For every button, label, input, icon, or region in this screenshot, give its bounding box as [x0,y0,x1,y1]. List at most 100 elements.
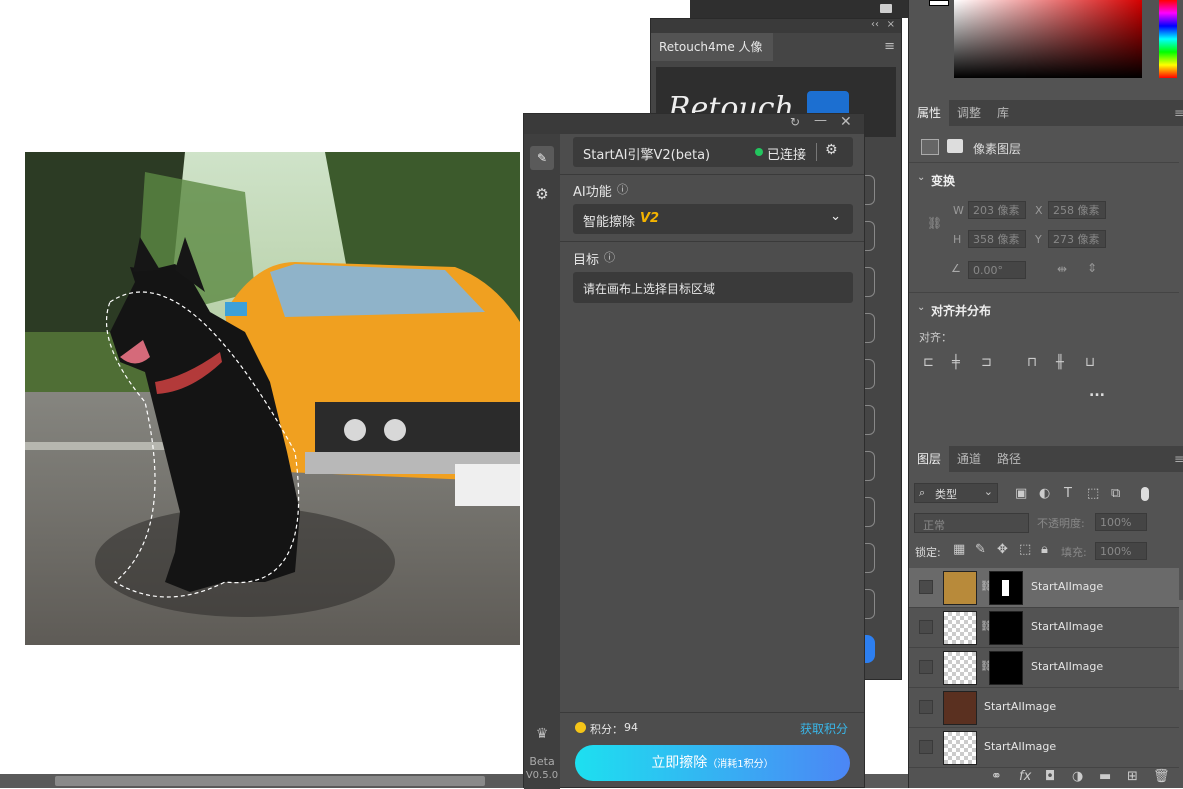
align-bottom-icon[interactable]: ⊔ [1085,355,1095,370]
y-label: Y [1035,233,1042,246]
filter-adjustment-icon[interactable]: ◐ [1039,486,1050,501]
engine-selector[interactable]: StartAI引擎V2(beta) 已连接 ⚙ [573,137,853,167]
tab-paths[interactable]: 路径 [989,446,1029,472]
filter-text-icon[interactable]: T [1064,486,1072,501]
opacity-field[interactable]: 100% [1095,513,1147,531]
visibility-toggle[interactable] [919,740,933,754]
layer-row[interactable]: StartAIImage [909,728,1179,768]
color-picker-field[interactable] [954,0,1142,78]
width-field[interactable]: 203 像素 [968,201,1026,219]
panel-header-strip [690,0,908,18]
canvas-image[interactable] [25,152,520,645]
more-options-icon[interactable]: ... [1089,384,1105,400]
filter-pixel-icon[interactable]: ▣ [1015,486,1027,501]
height-field[interactable]: 358 像素 [968,230,1026,248]
settings-icon[interactable]: ⚙ [530,182,554,206]
layer-mask-thumbnail[interactable] [989,611,1023,645]
tab-layers[interactable]: 图层 [909,446,950,472]
fx-icon[interactable]: fx [1019,769,1031,784]
hue-slider[interactable] [1159,0,1177,78]
collapse-icon[interactable]: ‹‹ [871,19,879,30]
scrollbar-thumb[interactable] [55,776,485,786]
panel-menu-icon[interactable]: ≡ [1174,452,1183,466]
layer-row[interactable]: ⛓ StartAIImage [909,648,1179,688]
layer-row[interactable]: ⛓ StartAIImage [909,608,1179,648]
adjustment-icon[interactable]: ◑ [1072,769,1083,784]
version-label: V0.5.0 [525,770,559,781]
minimize-icon[interactable]: — [814,113,827,128]
align-top-icon[interactable]: ⊓ [1027,355,1037,370]
trash-icon[interactable]: 🗑︎ [1153,769,1170,784]
tab-properties[interactable]: 属性 [909,100,950,126]
erase-now-button[interactable]: 立即擦除（消耗1积分） [575,745,850,781]
align-left-icon[interactable]: ⊏ [923,355,934,370]
ai-function-version: V2 [640,211,660,226]
align-center-v-icon[interactable]: ╫ [1056,355,1064,370]
fill-label: 填充: [1061,546,1087,559]
x-field[interactable]: 258 像素 [1048,201,1106,219]
points-label: 积分： [590,723,623,736]
layer-row[interactable]: StartAIImage [909,688,1179,728]
close-icon[interactable]: × [887,19,895,30]
panel-menu-icon[interactable]: ≡ [1174,106,1183,120]
info-icon[interactable]: ⓘ [617,181,628,197]
lock-move-icon[interactable]: ✥ [997,542,1008,557]
ai-function-select[interactable]: 智能擦除 V2 ⌄ [573,204,853,234]
filter-shape-icon[interactable]: ⬚ [1087,486,1099,501]
angle-field[interactable]: 0.00° [968,261,1026,279]
fill-field[interactable]: 100% [1095,542,1147,560]
new-layer-icon[interactable]: ⊞ [1127,769,1138,784]
mask-icon[interactable] [947,139,963,153]
layer-mask-thumbnail[interactable] [989,651,1023,685]
filter-toggle-icon[interactable] [1141,487,1149,501]
w-label: W [953,204,964,217]
tab-retouch4me[interactable]: Retouch4me 人像修饰 [651,33,773,82]
flip-vertical-icon[interactable]: ⇕ [1087,261,1097,275]
visibility-toggle[interactable] [919,700,933,714]
target-area[interactable]: 请在画布上选择目标区域 [573,272,853,303]
blend-mode-select[interactable]: 正常 [914,513,1029,533]
flip-horizontal-icon[interactable]: ⇹ [1057,262,1067,276]
layers-tabs: 图层 通道 路径 ≡ [909,446,1183,472]
link-icon[interactable]: ⚭ [991,769,1002,784]
edit-icon[interactable]: ✎ [530,146,554,170]
visibility-toggle[interactable] [919,620,933,634]
lock-artboard-icon[interactable]: ⬚ [1019,542,1031,557]
layer-name: StartAIImage [1031,660,1104,673]
retouch-apply-button[interactable] [865,635,875,663]
info-icon[interactable]: ⓘ [604,249,615,265]
align-right-icon[interactable]: ⊐ [981,355,992,370]
foreground-swatch[interactable] [929,0,949,6]
close-icon[interactable]: ✕ [840,114,852,130]
startai-panel: ↻ — ✕ ✎ ⚙ ♛ Beta V0.5.0 StartAI引擎V2(beta… [523,113,865,789]
lock-paint-icon[interactable]: ✎ [975,542,986,557]
link-icon[interactable]: ⛓ [927,216,942,230]
layers-scrollbar[interactable] [1179,600,1183,690]
lock-label: 锁定: [915,546,941,559]
pixel-layer-icon [921,139,939,155]
visibility-toggle[interactable] [919,580,933,594]
chevron-down-icon[interactable]: ⌄ [917,172,925,183]
tab-adjustments[interactable]: 调整 [949,100,989,126]
filter-smart-icon[interactable]: ⧉ [1111,486,1120,501]
chevron-down-icon[interactable]: ⌄ [917,302,925,313]
divider [909,292,1179,293]
tab-libraries[interactable]: 库 [989,100,1017,126]
y-field[interactable]: 273 像素 [1048,230,1106,248]
panel-menu-icon[interactable]: ≡ [884,39,895,54]
engine-settings-icon[interactable]: ⚙ [825,142,838,158]
refresh-icon[interactable]: ↻ [790,115,800,129]
layer-mask-thumbnail[interactable] [989,571,1023,605]
lock-transparent-icon[interactable]: ▦ [953,542,965,557]
layer-row[interactable]: ⛓ StartAIImage [909,568,1179,608]
comment-icon[interactable] [880,4,892,13]
mask-icon[interactable]: ◘ [1045,769,1055,784]
align-center-h-icon[interactable]: ╪ [952,355,960,370]
layer-filter-select[interactable]: ⌕ 类型 ⌄ [914,483,998,503]
visibility-toggle[interactable] [919,660,933,674]
get-points-link[interactable]: 获取积分 [800,720,848,737]
lock-all-icon[interactable]: 🔒︎ [1041,542,1048,557]
ai-function-value: 智能擦除 [583,215,636,230]
tab-channels[interactable]: 通道 [949,446,989,472]
folder-icon[interactable]: ▬ [1099,769,1111,784]
